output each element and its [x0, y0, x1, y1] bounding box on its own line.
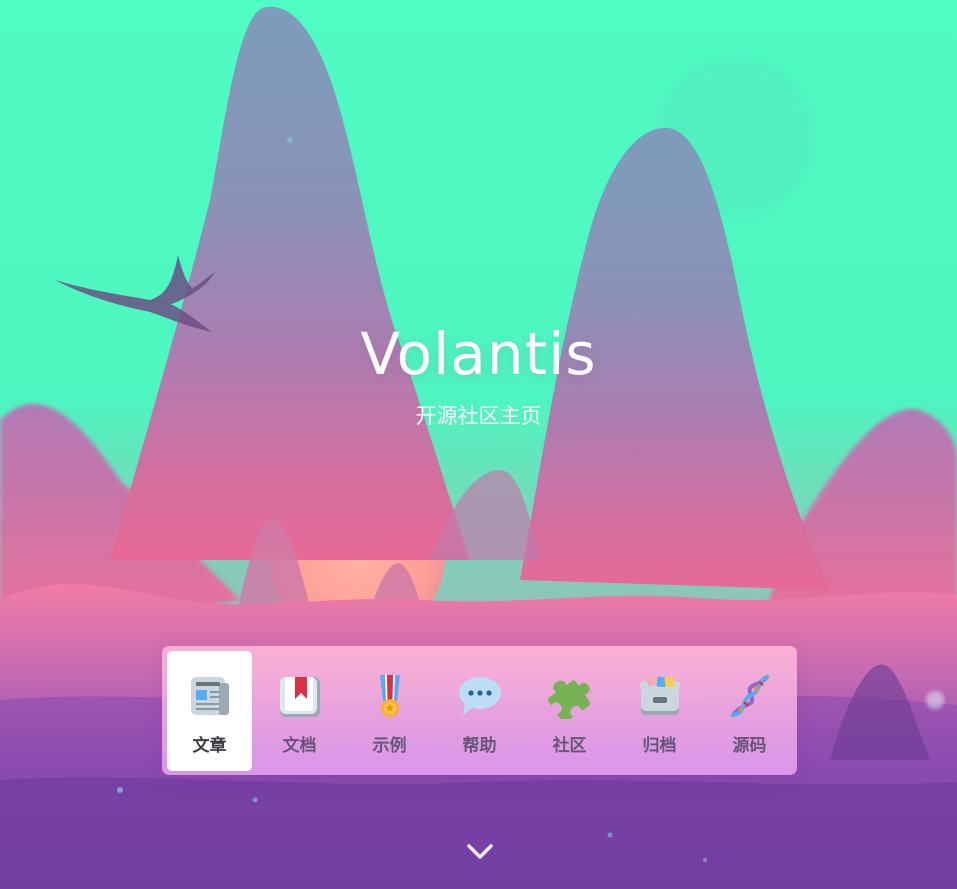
nav-item-label: 归档	[642, 736, 677, 756]
nav-item-label: 源码	[732, 736, 767, 756]
nav-item-articles[interactable]: 文章	[167, 651, 252, 771]
nav-item-examples[interactable]: 示例	[347, 651, 432, 771]
newspaper-icon	[191, 677, 229, 715]
medal-icon	[380, 675, 400, 717]
feature-nav-bar: 文章 文档 示例 帮助 社区 归档 源码	[162, 646, 797, 775]
nav-item-label: 文章	[192, 736, 227, 756]
bookmark-book-icon	[280, 677, 320, 717]
site-title: Volantis	[360, 320, 597, 388]
hero-banner: Volantis 开源社区主页 文章 文档 示例 帮助 社区 归档 源码	[0, 0, 957, 889]
nav-item-label: 帮助	[462, 736, 497, 756]
site-subtitle: 开源社区主页	[415, 404, 542, 428]
nav-item-label: 示例	[372, 736, 407, 756]
nav-item-community[interactable]: 社区	[527, 651, 612, 771]
puzzle-piece-icon	[548, 680, 590, 719]
dna-icon	[731, 675, 769, 717]
nav-item-help[interactable]: 帮助	[437, 651, 522, 771]
nav-item-label: 文档	[282, 736, 317, 756]
nav-item-archive[interactable]: 归档	[617, 651, 702, 771]
chevron-down-icon[interactable]	[465, 840, 495, 862]
nav-item-source[interactable]: 源码	[707, 651, 792, 771]
nav-item-docs[interactable]: 文档	[257, 651, 342, 771]
nav-item-label: 社区	[552, 736, 587, 756]
speech-bubble-icon	[459, 677, 501, 715]
card-file-box-icon	[640, 675, 680, 715]
